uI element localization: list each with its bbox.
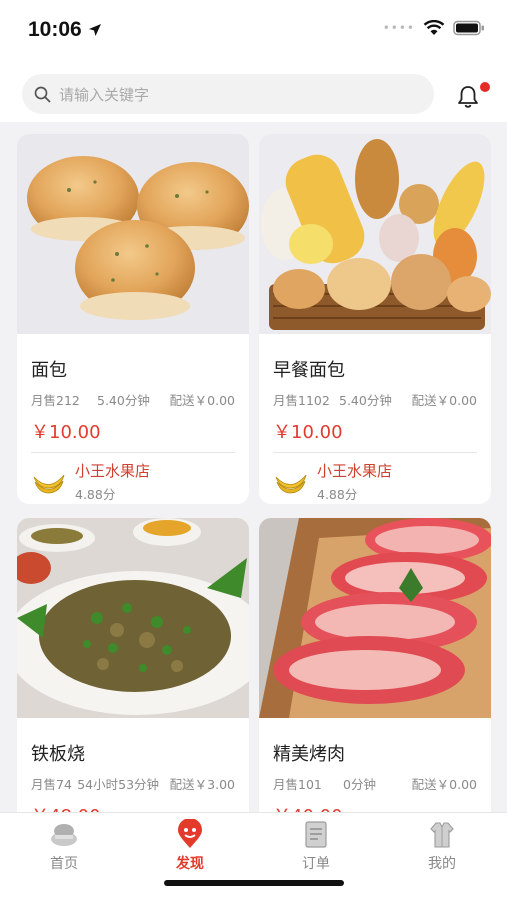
tab-label: 我的 bbox=[428, 856, 456, 872]
location-arrow-icon bbox=[88, 24, 101, 36]
tab-label: 发现 bbox=[176, 856, 204, 872]
delivery-time: 5.40分钟 bbox=[339, 393, 392, 408]
delivery-time: 5.40分钟 bbox=[97, 393, 150, 408]
delivery-fee: 配送￥3.00 bbox=[169, 777, 235, 792]
shop-rating: 4.88分 bbox=[317, 487, 358, 502]
status-time: 10:06 bbox=[28, 18, 82, 41]
product-title: 精美烤肉 bbox=[273, 744, 345, 765]
product-card[interactable]: 精美烤肉 月售101 0分钟 配送￥0.00 ￥40.00 bbox=[259, 518, 491, 812]
product-price: ￥10.00 bbox=[273, 422, 343, 443]
divider bbox=[273, 452, 477, 453]
tab-label: 订单 bbox=[302, 856, 330, 872]
search-icon bbox=[34, 86, 51, 102]
status-bar: 10:06 •••• bbox=[0, 0, 507, 60]
home-indicator bbox=[164, 880, 344, 886]
delivery-time: 54小时53分钟 bbox=[77, 777, 160, 792]
bread-basket-photo bbox=[259, 134, 491, 334]
wifi-icon bbox=[423, 20, 445, 35]
tab-home[interactable]: 首页 bbox=[24, 819, 104, 873]
search-placeholder: 请输入关键字 bbox=[59, 85, 150, 104]
product-sales: 月售74 bbox=[31, 777, 72, 792]
tab-orders[interactable]: 订单 bbox=[276, 819, 356, 873]
product-card[interactable]: 铁板烧 月售74 54小时53分钟 配送￥3.00 ￥48.00 bbox=[17, 518, 249, 812]
profile-icon bbox=[430, 822, 454, 848]
notification-badge bbox=[480, 82, 490, 92]
product-sales: 月售212 bbox=[31, 393, 80, 408]
sliced-beef-photo bbox=[259, 518, 491, 718]
notification-bell-icon[interactable] bbox=[455, 84, 481, 110]
search-input[interactable]: 请输入关键字 bbox=[22, 74, 434, 114]
shop-info[interactable]: 小王水果店 4.88分 bbox=[31, 461, 235, 504]
divider bbox=[31, 452, 235, 453]
tab-profile[interactable]: 我的 bbox=[402, 819, 482, 873]
product-title: 面包 bbox=[31, 360, 67, 381]
product-card[interactable]: 面包 月售212 5.40分钟 配送￥0.00 ￥10.00 小王水果店 4.8… bbox=[17, 134, 249, 504]
shop-info[interactable]: 小王水果店 4.88分 bbox=[273, 461, 477, 504]
tab-discover[interactable]: 发现 bbox=[150, 819, 230, 873]
product-grid: 面包 月售212 5.40分钟 配送￥0.00 ￥10.00 小王水果店 4.8… bbox=[0, 122, 507, 812]
tab-bar: 首页 发现 订单 我的 bbox=[0, 812, 507, 900]
signal-dots-icon: •••• bbox=[382, 21, 415, 35]
orders-icon bbox=[305, 821, 327, 848]
shop-avatar-bananas bbox=[33, 474, 65, 494]
product-title: 铁板烧 bbox=[31, 744, 85, 765]
shop-rating: 4.88分 bbox=[75, 487, 116, 502]
home-icon bbox=[51, 824, 77, 846]
product-price: ￥48.00 bbox=[31, 802, 235, 812]
tab-label: 首页 bbox=[50, 856, 78, 872]
product-price: ￥40.00 bbox=[273, 802, 477, 812]
product-sales: 月售101 bbox=[273, 777, 322, 792]
shop-name: 小王水果店 bbox=[317, 462, 393, 480]
delivery-fee: 配送￥0.00 bbox=[411, 777, 477, 792]
discover-icon bbox=[178, 819, 202, 848]
product-card[interactable]: 早餐面包 月售1102 5.40分钟 配送￥0.00 ￥10.00 小王水果店 … bbox=[259, 134, 491, 504]
shop-name: 小王水果店 bbox=[75, 462, 151, 480]
product-price: ￥10.00 bbox=[31, 422, 101, 443]
buns-photo bbox=[17, 134, 249, 334]
product-title: 早餐面包 bbox=[273, 360, 345, 381]
shop-avatar-bananas bbox=[275, 474, 307, 494]
search-header: 请输入关键字 bbox=[0, 60, 507, 122]
delivery-time: 0分钟 bbox=[343, 777, 376, 792]
delivery-fee: 配送￥0.00 bbox=[169, 393, 235, 408]
delivery-fee: 配送￥0.00 bbox=[411, 393, 477, 408]
product-sales: 月售1102 bbox=[273, 393, 330, 408]
battery-icon bbox=[453, 20, 484, 36]
stir-fry-photo bbox=[17, 518, 249, 718]
